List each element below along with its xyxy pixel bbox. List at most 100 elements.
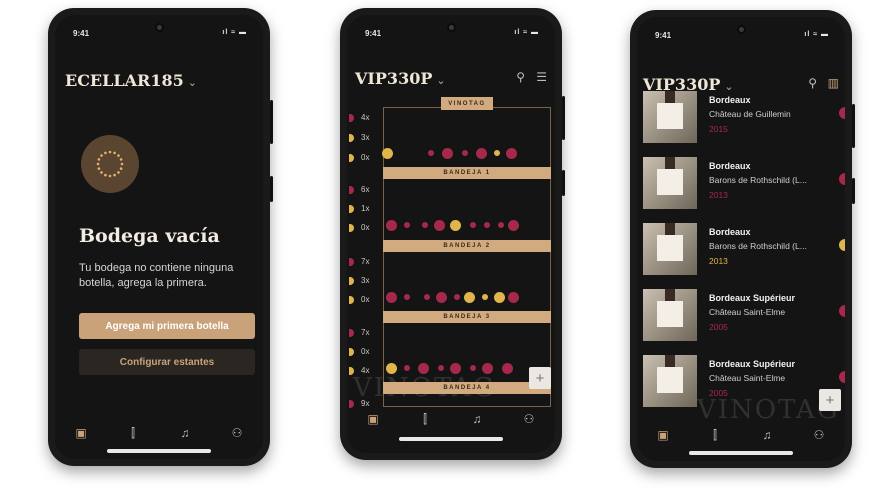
bottle-slot[interactable] xyxy=(385,291,397,303)
bottle-slot[interactable] xyxy=(449,219,461,231)
cellar-tab-icon[interactable]: ▣ xyxy=(70,426,92,440)
count-bordeaux: 7x xyxy=(349,328,369,337)
profile-tab-icon[interactable]: ⚇ xyxy=(226,426,248,440)
count-empty: 0x xyxy=(349,153,369,162)
count-white: 1x xyxy=(349,204,369,213)
bottle-tab-icon[interactable]: ⫿ xyxy=(122,426,144,441)
search-icon[interactable]: ⚲ xyxy=(516,70,525,84)
wine-vintage: 2015 xyxy=(709,124,728,134)
tab-bar: ▣ ⫿ ♫ ⚇ xyxy=(55,421,263,445)
profile-tab-icon[interactable]: ⚇ xyxy=(518,412,540,426)
tray-4[interactable]: BANDEJA 4 xyxy=(383,382,551,394)
bottle-slot[interactable] xyxy=(417,362,429,374)
home-indicator[interactable] xyxy=(107,449,211,453)
status-time: 9:41 xyxy=(365,29,382,38)
status-bar: 9:41 ıl ≈ ▬ xyxy=(73,29,247,41)
bottle-slot[interactable] xyxy=(484,222,490,228)
wine-color-marker xyxy=(839,305,845,317)
cellar-selector[interactable]: VIP330P ⌄ xyxy=(355,69,446,88)
count-white: 0x xyxy=(349,347,369,356)
wine-color-marker xyxy=(839,173,845,185)
wine-vintage: 2013 xyxy=(709,256,728,266)
screen: 9:41 ıl ≈ ▬ ECELLAR185 ⌄ Bodega vacía Tu … xyxy=(55,15,263,459)
bell-tab-icon[interactable]: ♫ xyxy=(466,412,488,426)
bottle-slot[interactable] xyxy=(428,150,434,156)
bottle-slot[interactable] xyxy=(404,222,410,228)
volume-button xyxy=(852,104,855,148)
search-icon[interactable]: ⚲ xyxy=(808,76,817,90)
wine-name: Château Saint-Elme xyxy=(709,307,786,317)
bottle-slot[interactable] xyxy=(381,147,393,159)
bottle-slot[interactable] xyxy=(475,147,487,159)
bottle-slot[interactable] xyxy=(422,222,428,228)
bottle-slot[interactable] xyxy=(438,365,444,371)
status-time: 9:41 xyxy=(655,31,672,40)
bottle-slot[interactable] xyxy=(481,362,493,374)
bottle-slot[interactable] xyxy=(385,219,397,231)
home-indicator[interactable] xyxy=(689,451,793,455)
cellar-tab-icon[interactable]: ▣ xyxy=(652,428,674,442)
white-wine-marker xyxy=(349,276,354,285)
bottle-slot[interactable] xyxy=(462,150,468,156)
wine-list-item[interactable]: Bordeaux Supérieur Château Saint-Elme 2005 xyxy=(643,287,845,345)
count-bordeaux: 7x xyxy=(349,257,369,266)
list-view-icon[interactable]: ☰ xyxy=(536,70,547,84)
bottle-slot[interactable] xyxy=(454,294,460,300)
wine-vintage: 2005 xyxy=(709,322,728,332)
wine-name: Château Saint-Elme xyxy=(709,373,786,383)
count-bordeaux: 6x xyxy=(349,185,369,194)
tray-3[interactable]: BANDEJA 3 xyxy=(383,311,551,323)
tray-1[interactable]: BANDEJA 1 xyxy=(383,167,551,179)
screen: 9:41 ıl ≈ ▬ VIP330P⌄ ⚲ ☰ VINOTAG VINOTAG… xyxy=(347,15,555,453)
bottle-slot[interactable] xyxy=(470,365,476,371)
cellar-tab-icon[interactable]: ▣ xyxy=(362,412,384,426)
status-bar: 9:41 ıl ≈ ▬ xyxy=(365,29,539,41)
profile-tab-icon[interactable]: ⚇ xyxy=(808,428,830,442)
bottle-slot[interactable] xyxy=(493,291,505,303)
signal-wifi-battery-icon: ıl ≈ ▬ xyxy=(514,29,539,36)
bottle-slot[interactable] xyxy=(404,365,410,371)
wine-list-item[interactable]: Bordeaux Château de Guillemin 2015 xyxy=(643,89,845,147)
empty-slot-marker xyxy=(349,223,354,232)
add-bottle-button[interactable]: + xyxy=(529,367,551,389)
tray-2[interactable]: BANDEJA 2 xyxy=(383,240,551,252)
add-bottle-button[interactable]: + xyxy=(819,389,841,411)
bottle-slot[interactable] xyxy=(507,219,519,231)
bottle-slot[interactable] xyxy=(449,362,461,374)
bell-tab-icon[interactable]: ♫ xyxy=(756,428,778,442)
wine-list-item[interactable]: Bordeaux Barons de Rothschild (L... 2013 xyxy=(643,155,845,213)
cellar-view-icon[interactable]: ▥ xyxy=(828,76,839,90)
home-indicator[interactable] xyxy=(399,437,503,441)
bottle-slot[interactable] xyxy=(404,294,410,300)
white-wine-marker xyxy=(349,133,354,142)
bottle-slot[interactable] xyxy=(385,362,397,374)
chevron-down-icon: ⌄ xyxy=(187,76,197,89)
bottle-slot[interactable] xyxy=(463,291,475,303)
bottle-slot[interactable] xyxy=(482,294,488,300)
bell-tab-icon[interactable]: ♫ xyxy=(174,426,196,440)
bottle-tab-icon[interactable]: ⫿ xyxy=(704,428,726,443)
configure-shelves-button[interactable]: Configurar estantes xyxy=(79,349,255,375)
chevron-down-icon: ⌄ xyxy=(436,74,446,87)
cellar-name: ECELLAR185 xyxy=(65,71,184,90)
bottle-slot[interactable] xyxy=(498,222,504,228)
cellar-selector[interactable]: ECELLAR185 ⌄ xyxy=(65,71,197,90)
bottle-slot[interactable] xyxy=(470,222,476,228)
bottle-slot[interactable] xyxy=(441,147,453,159)
add-first-bottle-button[interactable]: Agrega mi primera botella xyxy=(79,313,255,339)
power-button xyxy=(562,170,565,196)
red-wine-marker xyxy=(349,113,354,122)
bottle-tab-icon[interactable]: ⫿ xyxy=(414,412,436,427)
red-wine-marker xyxy=(349,328,354,337)
bottle-slot[interactable] xyxy=(494,150,500,156)
empty-cellar-icon xyxy=(81,135,139,193)
bottle-slot[interactable] xyxy=(424,294,430,300)
bottle-slot[interactable] xyxy=(507,291,519,303)
bottle-slot[interactable] xyxy=(435,291,447,303)
white-wine-marker xyxy=(349,347,354,356)
bottle-slot[interactable] xyxy=(501,362,513,374)
bottle-slot[interactable] xyxy=(433,219,445,231)
white-wine-marker xyxy=(349,204,354,213)
wine-list-item[interactable]: Bordeaux Barons de Rothschild (L... 2013 xyxy=(643,221,845,279)
bottle-slot[interactable] xyxy=(505,147,517,159)
